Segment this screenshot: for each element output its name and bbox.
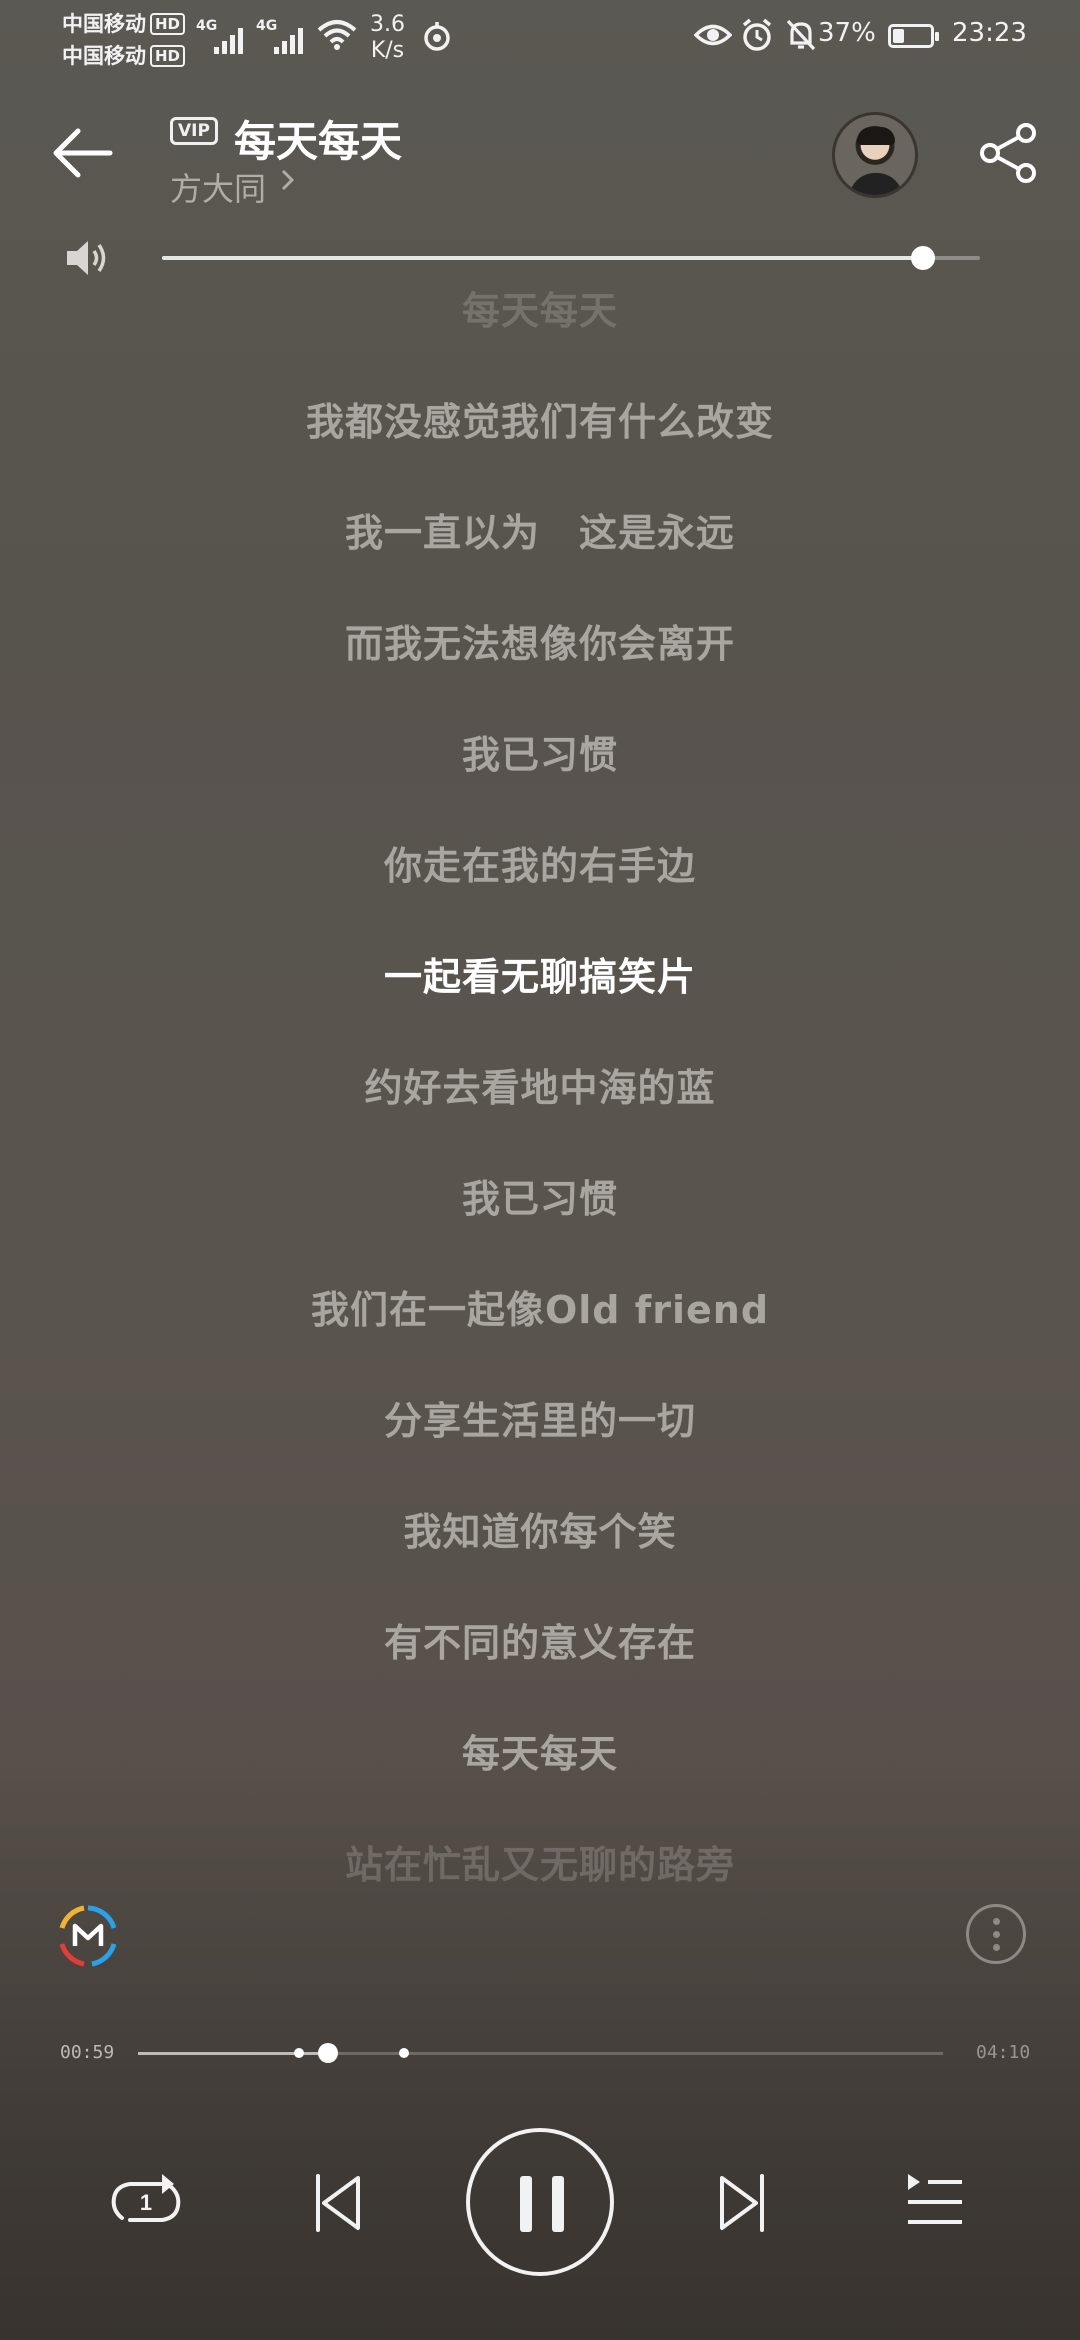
- net-speed-unit: K/s: [370, 38, 405, 63]
- mute-notifications-icon: [786, 19, 816, 51]
- lyric-line[interactable]: 我已习惯: [0, 724, 1080, 779]
- progress-knob[interactable]: [317, 2043, 338, 2063]
- volume-fill: [162, 256, 923, 260]
- next-track-icon[interactable]: [716, 2172, 768, 2234]
- avatar-shirt: [849, 173, 903, 195]
- net-speed: 3.6 K/s: [370, 12, 405, 64]
- lyric-line[interactable]: 约好去看地中海的蓝: [0, 1057, 1080, 1112]
- volume-slider[interactable]: [162, 246, 980, 270]
- carrier-2: 中国移动 HD: [62, 40, 186, 70]
- battery-percent: 37%: [818, 18, 876, 48]
- net-speed-value: 3.6: [370, 12, 405, 37]
- pause-button[interactable]: [466, 2128, 614, 2276]
- lyric-line[interactable]: 我已习惯: [0, 1168, 1080, 1223]
- lyrics-panel[interactable]: 每天每天 我都没感觉我们有什么改变 我一直以为 这是永远 而我无法想像你会离开 我已习惯…: [0, 280, 1080, 1900]
- chevron-right-icon: [281, 169, 295, 191]
- lyric-line[interactable]: 我们在一起像Old friend: [0, 1279, 1080, 1334]
- lyric-line[interactable]: 你走在我的右手边: [0, 835, 1080, 890]
- repeat-badge: 1: [140, 2190, 152, 2215]
- signal-bars: [214, 26, 248, 54]
- lyric-line-current[interactable]: 一起看无聊搞笑片: [0, 946, 1080, 1001]
- repeat-one-icon[interactable]: 1: [108, 2166, 184, 2238]
- artist-link[interactable]: 方大同: [170, 164, 266, 210]
- vip-badge: VIP: [170, 117, 218, 145]
- pause-icon: [520, 2176, 532, 2232]
- lyric-line[interactable]: 站在忙乱又无聊的路旁: [0, 1834, 1080, 1889]
- progress-bar[interactable]: [138, 2043, 943, 2063]
- buffer-marker: [398, 2048, 409, 2058]
- lyric-line[interactable]: 我知道你每个笑: [0, 1501, 1080, 1556]
- carrier-1: 中国移动 HD: [62, 8, 186, 38]
- hd-badge: HD: [150, 13, 186, 35]
- speaker-icon[interactable]: [64, 236, 110, 280]
- lyric-line[interactable]: 分享生活里的一切: [0, 1390, 1080, 1445]
- alarm-icon: [742, 18, 772, 51]
- pause-icon: [552, 2176, 564, 2232]
- signal-bars: [274, 26, 308, 54]
- progress-marker: [294, 2048, 304, 2058]
- lyric-line[interactable]: 我一直以为 这是永远: [0, 502, 1080, 557]
- share-icon[interactable]: [976, 120, 1042, 186]
- carrier-2-label: 中国移动: [62, 44, 146, 68]
- back-arrow-icon[interactable]: [50, 120, 116, 186]
- elapsed-time: 00:59: [60, 2042, 115, 2063]
- carrier-1-label: 中国移动: [62, 12, 146, 36]
- more-options-icon[interactable]: [966, 1904, 1026, 1964]
- m-logo-icon[interactable]: [56, 1904, 120, 1968]
- playlist-icon[interactable]: [904, 2170, 966, 2232]
- clock: 23:23: [952, 18, 1027, 48]
- total-time: 04:10: [976, 2042, 1031, 2063]
- data-saver-icon: [424, 22, 450, 51]
- avatar-hair: [857, 127, 895, 145]
- volume-knob[interactable]: [910, 246, 935, 270]
- hd-badge: HD: [150, 45, 186, 67]
- eye-icon: [694, 24, 732, 46]
- battery-icon: [888, 24, 939, 48]
- status-bar: 中国移动 HD 中国移动 HD 4G 4G 3.6 K/s 37% 23:23: [0, 0, 1080, 80]
- lyric-line[interactable]: 每天每天: [0, 1723, 1080, 1778]
- lyric-line[interactable]: 每天每天: [0, 280, 1080, 335]
- lyric-line[interactable]: 有不同的意义存在: [0, 1612, 1080, 1667]
- song-title: 每天每天: [234, 117, 403, 166]
- previous-track-icon[interactable]: [312, 2172, 364, 2234]
- lyric-line[interactable]: 我都没感觉我们有什么改变: [0, 391, 1080, 446]
- artist-avatar[interactable]: [832, 112, 918, 198]
- battery-level: [893, 29, 904, 43]
- wifi-icon: [317, 20, 357, 50]
- lyric-line[interactable]: 而我无法想像你会离开: [0, 613, 1080, 668]
